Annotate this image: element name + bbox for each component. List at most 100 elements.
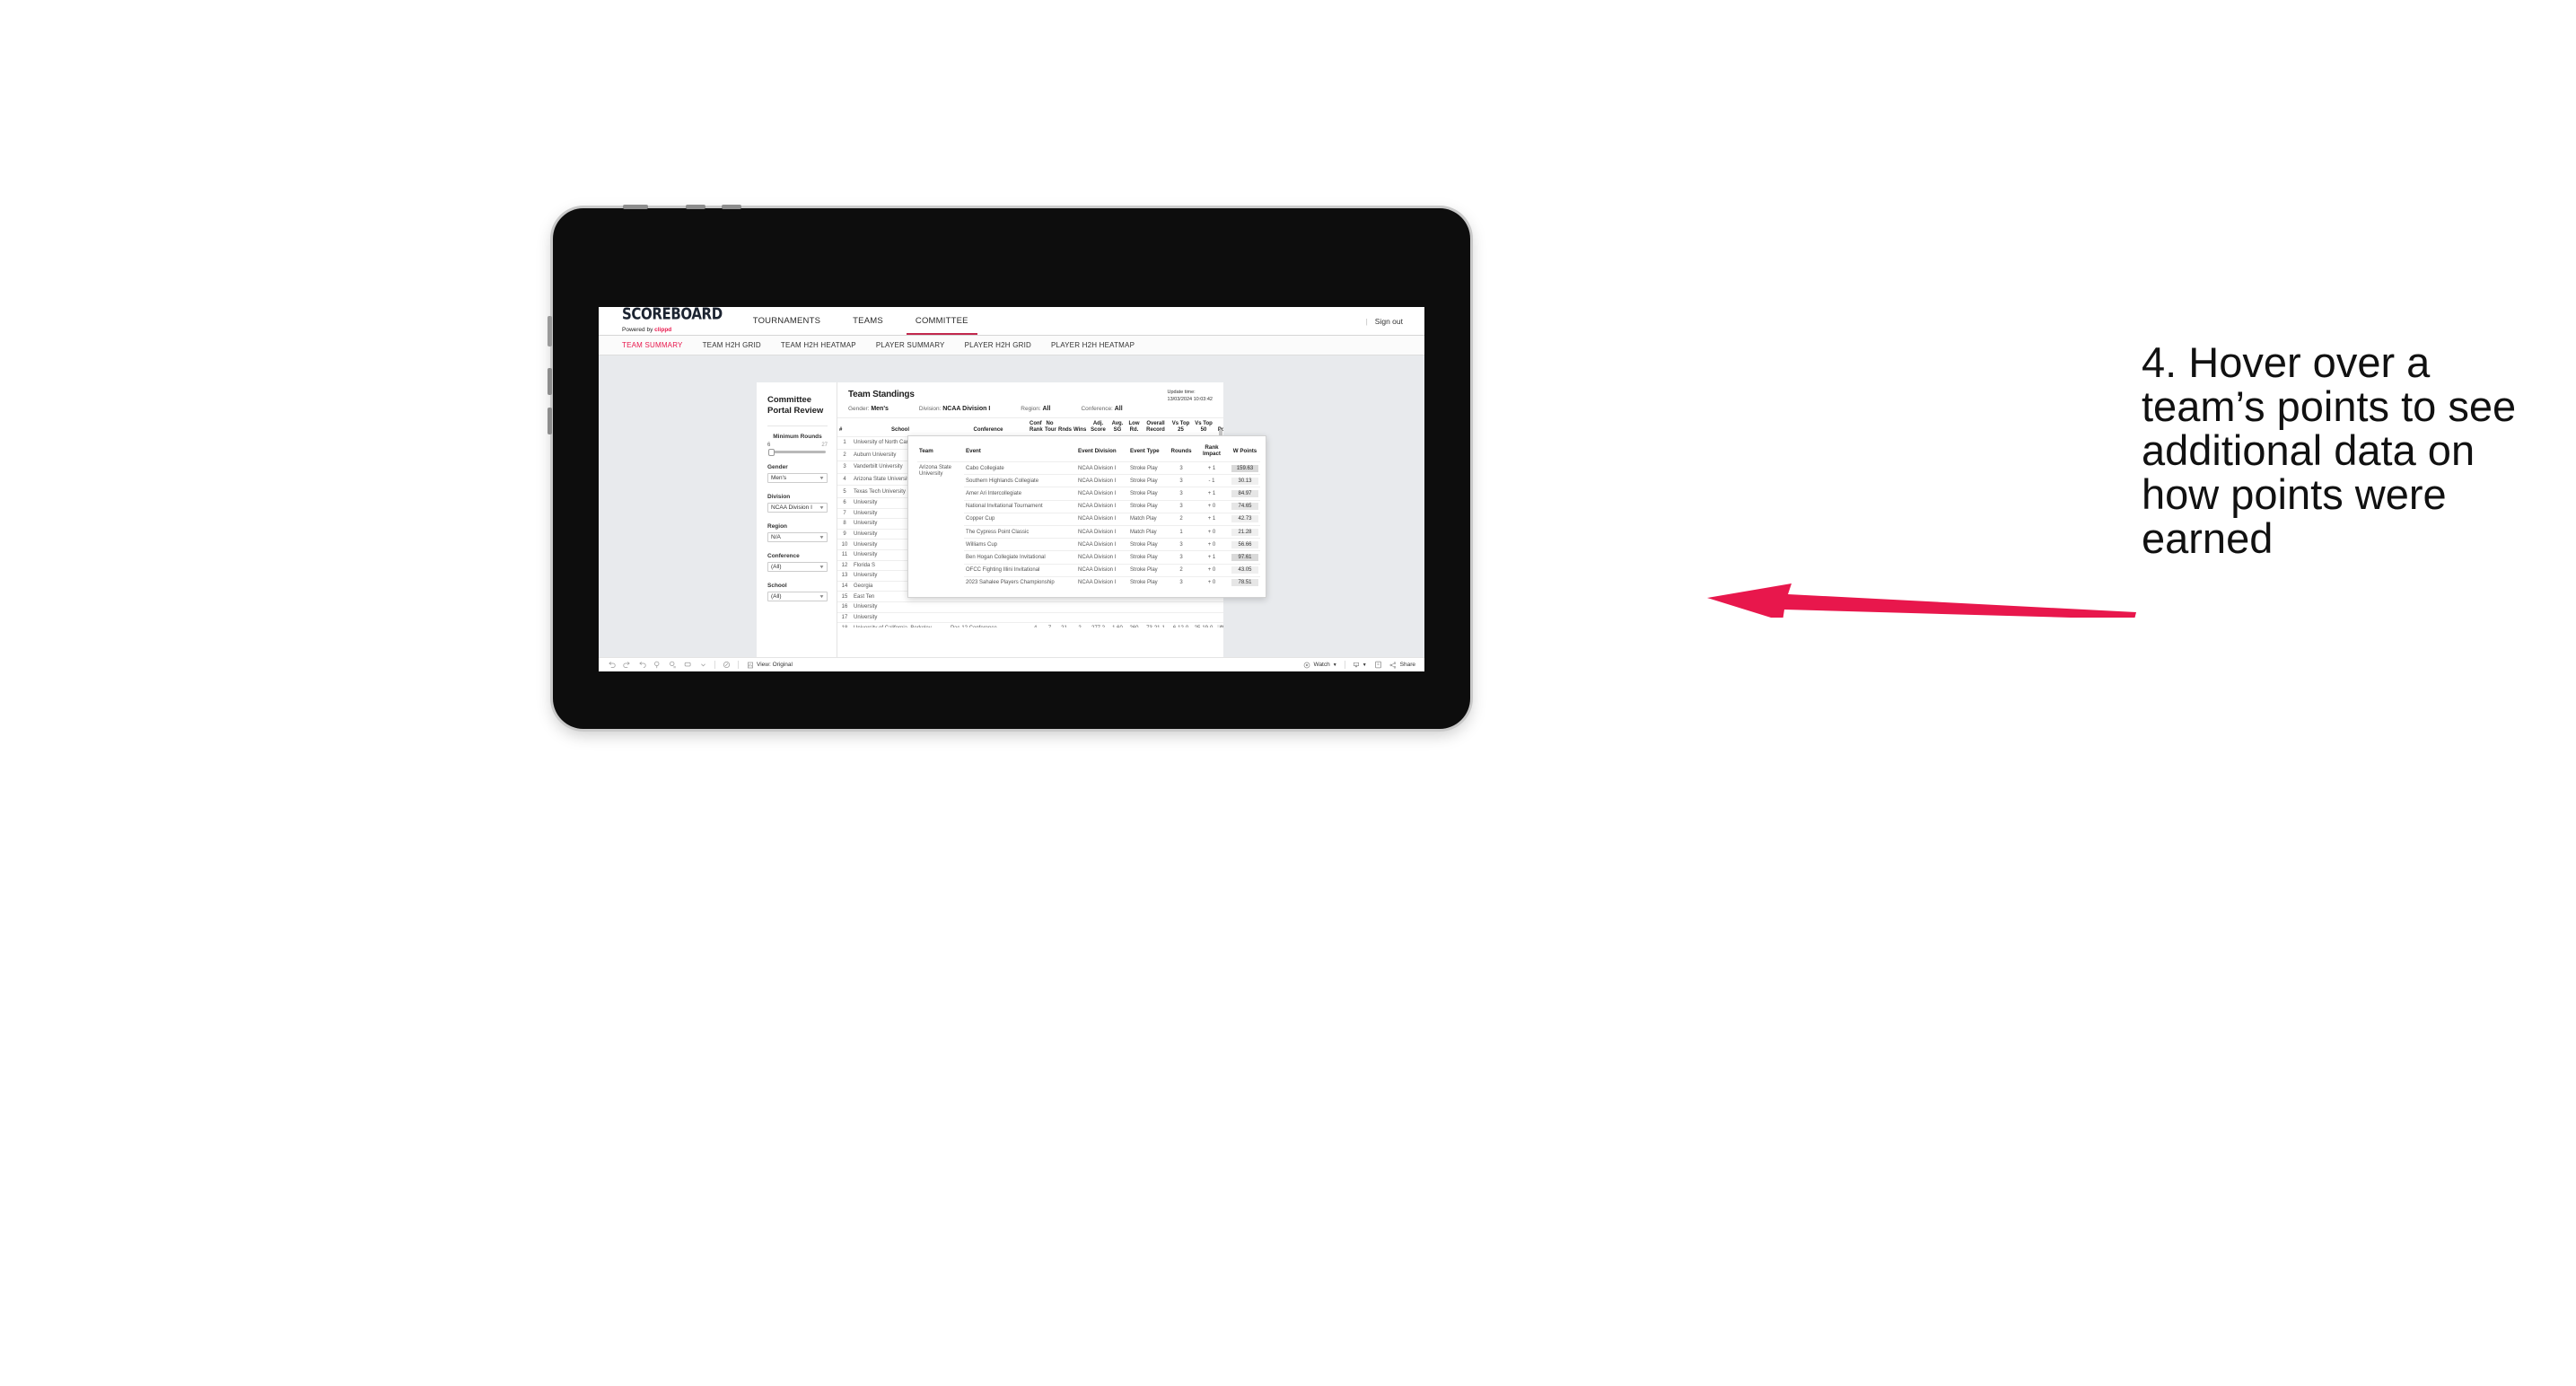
tooltip-wpoints-value: 56.66: [1231, 540, 1258, 548]
min-rounds-slider[interactable]: [768, 448, 826, 456]
points-cell: 49.07: [1215, 622, 1223, 627]
tooltip-wpoints-value: 21.28: [1231, 528, 1258, 536]
table-row[interactable]: 18University of California, BerkeleyPac-…: [837, 622, 1223, 627]
col-header-no-tour[interactable]: No Tour: [1043, 418, 1056, 437]
tooltip-impact-cell: + 0: [1194, 563, 1230, 577]
toolbar-divider-1: [714, 661, 715, 669]
rank-cell: 5: [837, 485, 852, 498]
share-button[interactable]: Share: [1389, 661, 1415, 669]
min-rounds-slider-handle[interactable]: [768, 448, 775, 456]
summary-division-value: NCAA Division I: [942, 406, 991, 412]
tab-team-summary[interactable]: TEAM SUMMARY: [622, 341, 683, 349]
gender-select[interactable]: Men's ▼: [767, 473, 828, 483]
redo-icon[interactable]: [623, 661, 631, 669]
col-header-school[interactable]: School: [852, 418, 949, 437]
tooltip-wpoints-cell: 30.13: [1230, 474, 1260, 487]
conference-select[interactable]: (All) ▼: [767, 562, 828, 572]
col-header-vs-top-25[interactable]: Vs Top 25: [1170, 418, 1192, 437]
tooltip-impact-cell: + 0: [1194, 575, 1230, 589]
undo-icon[interactable]: [608, 661, 616, 669]
conference-cell: [949, 611, 1028, 623]
table-row[interactable]: 16 University: [837, 601, 1223, 612]
tooltip-wpoints-cell: 74.65: [1230, 499, 1260, 513]
brand-logo[interactable]: SCOREBOARD Powered by clippd: [599, 307, 737, 333]
signout-link[interactable]: Sign out: [1375, 317, 1403, 326]
chevron-down-icon: ▼: [819, 564, 825, 570]
panel-divider: [767, 425, 828, 426]
summary-gender: Gender: Men's: [848, 406, 889, 412]
col-header-conference[interactable]: Conference: [949, 418, 1028, 437]
tab-team-h2h-grid[interactable]: TEAM H2H GRID: [703, 341, 761, 349]
school-cell: University: [852, 611, 949, 623]
division-label: Division: [767, 494, 791, 500]
col-header-[interactable]: #: [837, 418, 852, 437]
fullscreen-icon[interactable]: [1374, 661, 1382, 669]
tooltip-event-cell: Copper Cup: [964, 512, 1076, 526]
stat-cell: [1056, 611, 1072, 623]
col-header-conf-rank[interactable]: Conf Rank: [1028, 418, 1043, 437]
rank-cell: 16: [837, 601, 852, 612]
tooltip-rounds-cell: 1: [1169, 524, 1194, 539]
nav-item-tournaments[interactable]: TOURNAMENTS: [737, 307, 837, 335]
revert-icon[interactable]: [638, 661, 646, 669]
rank-cell: 6: [837, 496, 852, 509]
view-button[interactable]: View: Original: [746, 661, 793, 669]
tooltip-wpoints-value: 84.97: [1231, 489, 1258, 497]
gender-value: Men's: [771, 475, 787, 481]
tooltip-impact-cell: + 0: [1194, 538, 1230, 551]
stat-cell: [1072, 601, 1088, 612]
col-header-avg-sg[interactable]: Avg. SG: [1108, 418, 1126, 437]
stat-cell: [1088, 601, 1108, 612]
nav-item-committee[interactable]: COMMITTEE: [899, 307, 985, 335]
tooltip-col-rounds: Rounds: [1170, 447, 1192, 454]
col-header-adj-score[interactable]: Adj. Score: [1088, 418, 1108, 437]
region-select[interactable]: N/A ▼: [767, 532, 828, 542]
col-header-rnds[interactable]: Rnds: [1056, 418, 1072, 437]
tooltip-impact-cell: + 1: [1194, 461, 1230, 475]
school-select[interactable]: (All) ▼: [767, 592, 828, 601]
highlight-icon[interactable]: [723, 661, 731, 669]
tooltip-division-cell: NCAA Division I: [1076, 524, 1128, 539]
watch-label: Watch: [1313, 662, 1330, 668]
tab-player-summary[interactable]: PLAYER SUMMARY: [876, 341, 945, 349]
refresh-icon[interactable]: [653, 661, 662, 669]
chevron-down-icon: ▼: [819, 593, 825, 600]
toolbar-right-group: Watch ▼ ▼ Share: [1303, 661, 1415, 669]
tab-team-h2h-heatmap[interactable]: TEAM H2H HEATMAP: [781, 341, 856, 349]
table-row[interactable]: 17 University: [837, 611, 1223, 623]
nav-item-teams[interactable]: TEAMS: [837, 307, 899, 335]
tooltip-impact-cell: + 1: [1194, 512, 1230, 526]
stat-cell: 2: [1072, 622, 1088, 627]
chevron-down-icon[interactable]: [699, 661, 707, 669]
device-layout-icon[interactable]: [684, 661, 692, 669]
stat-cell: 4: [1028, 622, 1043, 627]
col-header-overall-record[interactable]: Overall Record: [1142, 418, 1170, 437]
rank-cell: 11: [837, 548, 852, 561]
watch-button[interactable]: Watch ▼: [1303, 661, 1337, 669]
standings-header: Team Standings Gender: Men's Division: N…: [837, 382, 1223, 418]
pause-icon[interactable]: [669, 661, 677, 669]
stat-cell: 260: [1126, 622, 1142, 627]
tab-player-h2h-heatmap[interactable]: PLAYER H2H HEATMAP: [1051, 341, 1135, 349]
tooltip-type-cell: Stroke Play: [1128, 538, 1169, 551]
gender-label: Gender: [767, 464, 788, 470]
tooltip-wpoints-value: 74.65: [1231, 503, 1258, 511]
logo-text: SCOREBOARD: [622, 307, 723, 324]
download-button[interactable]: ▼: [1353, 661, 1367, 669]
tooltip-rounds-cell: 3: [1169, 575, 1194, 589]
stat-cell: [1108, 601, 1126, 612]
tooltip-division-cell: NCAA Division I: [1076, 512, 1128, 526]
col-header-low-rd[interactable]: Low Rd.: [1126, 418, 1142, 437]
division-select[interactable]: NCAA Division I ▼: [767, 503, 828, 513]
col-header-vs-top-50[interactable]: Vs Top 50: [1192, 418, 1215, 437]
rank-cell: 2: [837, 448, 852, 461]
tab-player-h2h-grid[interactable]: PLAYER H2H GRID: [965, 341, 1031, 349]
device-button-top-3: [722, 205, 741, 209]
tooltip-rounds-cell: 2: [1169, 512, 1194, 526]
chevron-down-icon: ▼: [1362, 662, 1367, 668]
powered-brand: clippd: [654, 327, 672, 333]
tooltip-division-cell: NCAA Division I: [1076, 499, 1128, 513]
col-header-wins[interactable]: Wins: [1072, 418, 1088, 437]
rank-cell: 18: [837, 622, 852, 627]
rank-cell: 1: [837, 436, 852, 450]
